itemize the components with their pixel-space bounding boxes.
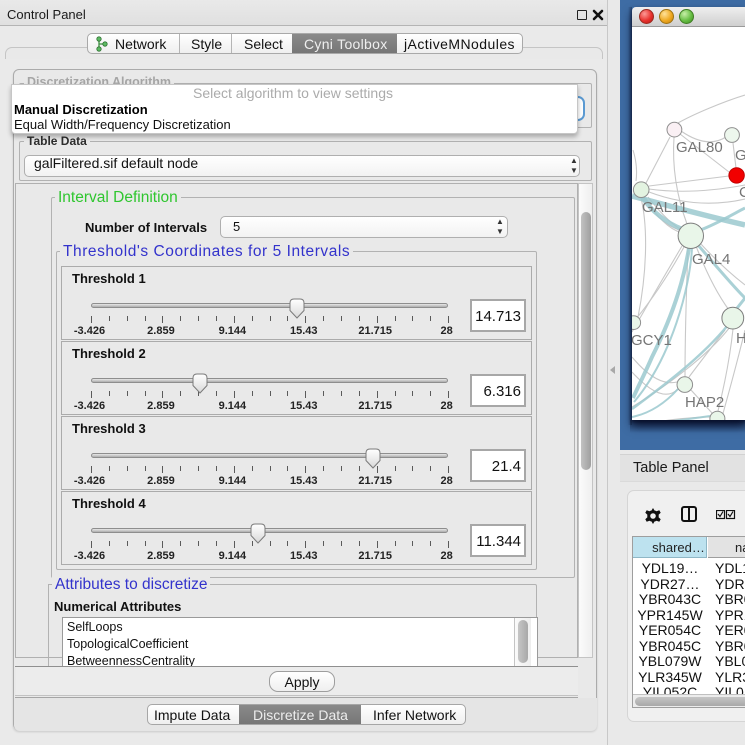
svg-text:H: H xyxy=(736,330,745,347)
svg-text:GCY1: GCY1 xyxy=(632,332,672,349)
svg-text:GA: GA xyxy=(735,147,745,164)
svg-text:GAL80: GAL80 xyxy=(676,139,723,156)
svg-text:HAP2: HAP2 xyxy=(685,394,724,411)
svg-text:GAL11: GAL11 xyxy=(642,199,688,216)
svg-text:C: C xyxy=(739,184,745,201)
svg-text:GAL4: GAL4 xyxy=(692,251,730,268)
